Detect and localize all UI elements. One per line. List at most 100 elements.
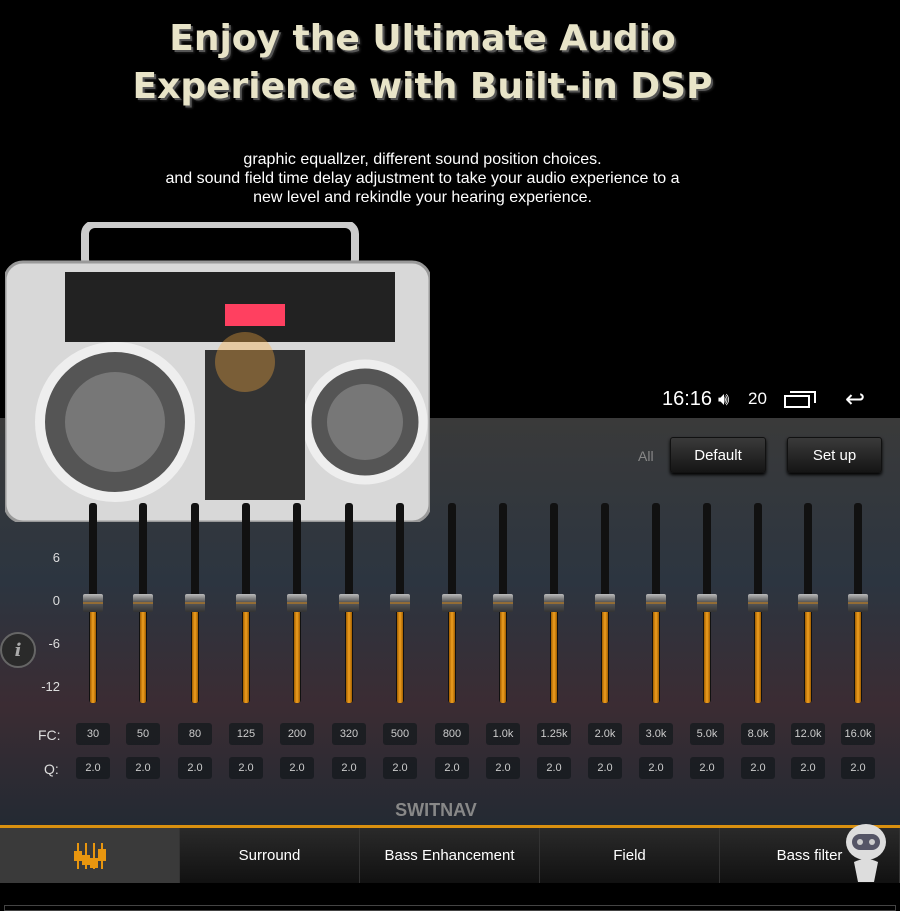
eq-slider-1.25k[interactable] bbox=[544, 503, 564, 703]
fc-value[interactable]: 80 bbox=[178, 723, 212, 745]
subtitle: graphic equallzer, different sound posit… bbox=[0, 150, 845, 207]
eq-slider-knob[interactable] bbox=[798, 594, 818, 612]
eq-slider-5.0k[interactable] bbox=[697, 503, 717, 703]
fc-value[interactable]: 500 bbox=[383, 723, 417, 745]
eq-slider-500[interactable] bbox=[390, 503, 410, 703]
subtitle-line: and sound field time delay adjustment to… bbox=[165, 170, 680, 187]
eq-slider-knob[interactable] bbox=[595, 594, 615, 612]
q-value[interactable]: 2.0 bbox=[178, 757, 212, 779]
eq-slider-fill bbox=[602, 603, 608, 703]
eq-slider-knob[interactable] bbox=[390, 594, 410, 612]
fc-value[interactable]: 800 bbox=[435, 723, 469, 745]
eq-slider-knob[interactable] bbox=[493, 594, 513, 612]
eq-slider-2.0k[interactable] bbox=[595, 503, 615, 703]
eq-slider-12.0k[interactable] bbox=[798, 503, 818, 703]
eq-slider-fill bbox=[192, 603, 198, 703]
fc-value[interactable]: 320 bbox=[332, 723, 366, 745]
q-value[interactable]: 2.0 bbox=[537, 757, 571, 779]
q-value[interactable]: 2.0 bbox=[76, 757, 110, 779]
q-value[interactable]: 2.0 bbox=[588, 757, 622, 779]
fc-value[interactable]: 8.0k bbox=[741, 723, 775, 745]
y-label: -12 bbox=[41, 679, 60, 694]
eq-slider-80[interactable] bbox=[185, 503, 205, 703]
fc-value[interactable]: 200 bbox=[280, 723, 314, 745]
eq-slider-knob[interactable] bbox=[697, 594, 717, 612]
fc-value[interactable]: 125 bbox=[229, 723, 263, 745]
q-value[interactable]: 2.0 bbox=[791, 757, 825, 779]
q-value[interactable]: 2.0 bbox=[280, 757, 314, 779]
eq-slider-knob[interactable] bbox=[236, 594, 256, 612]
eq-slider-3.0k[interactable] bbox=[646, 503, 666, 703]
tab-equalizer[interactable] bbox=[0, 828, 180, 883]
eq-slider-knob[interactable] bbox=[133, 594, 153, 612]
eq-slider-fill bbox=[294, 603, 300, 703]
q-label: Q: bbox=[44, 761, 59, 777]
q-value[interactable]: 2.0 bbox=[741, 757, 775, 779]
subtitle-line: graphic equallzer, different sound posit… bbox=[243, 151, 602, 168]
eq-slider-knob[interactable] bbox=[339, 594, 359, 612]
q-value[interactable]: 2.0 bbox=[435, 757, 469, 779]
tab-surround[interactable]: Surround bbox=[180, 828, 360, 883]
fc-value[interactable]: 3.0k bbox=[639, 723, 673, 745]
volume-level: 20 bbox=[748, 389, 767, 408]
y-label: 0 bbox=[52, 593, 60, 608]
eq-slider-200[interactable] bbox=[287, 503, 307, 703]
q-value[interactable]: 2.0 bbox=[126, 757, 160, 779]
q-value[interactable]: 2.0 bbox=[229, 757, 263, 779]
fc-value[interactable]: 12.0k bbox=[791, 723, 825, 745]
robot-assistant-icon[interactable] bbox=[842, 820, 890, 890]
subtitle-line: new level and rekindle your hearing expe… bbox=[253, 189, 592, 206]
recent-apps-icon[interactable] bbox=[784, 390, 816, 408]
eq-slider-fill bbox=[704, 603, 710, 703]
eq-slider-125[interactable] bbox=[236, 503, 256, 703]
eq-slider-8.0k[interactable] bbox=[748, 503, 768, 703]
fc-value[interactable]: 16.0k bbox=[841, 723, 875, 745]
eq-slider-320[interactable] bbox=[339, 503, 359, 703]
eq-slider-knob[interactable] bbox=[848, 594, 868, 612]
speaker-icon[interactable]: 🔊︎ bbox=[718, 389, 729, 410]
q-value[interactable]: 2.0 bbox=[486, 757, 520, 779]
headline-line-1: Enjoy the Ultimate Audio bbox=[169, 18, 676, 59]
eq-slider-50[interactable] bbox=[133, 503, 153, 703]
fc-value[interactable]: 5.0k bbox=[690, 723, 724, 745]
tab-bass-filter-label: Bass filter bbox=[776, 847, 843, 864]
tab-field[interactable]: Field bbox=[540, 828, 720, 883]
fc-value[interactable]: 30 bbox=[76, 723, 110, 745]
q-value[interactable]: 2.0 bbox=[332, 757, 366, 779]
q-value[interactable]: 2.0 bbox=[383, 757, 417, 779]
fc-value[interactable]: 1.25k bbox=[537, 723, 571, 745]
headline-line-2: Experience with Built-in DSP bbox=[132, 66, 713, 107]
eq-slider-knob[interactable] bbox=[185, 594, 205, 612]
eq-slider-16.0k[interactable] bbox=[848, 503, 868, 703]
eq-slider-fill bbox=[140, 603, 146, 703]
default-button[interactable]: Default bbox=[670, 437, 766, 473]
q-value[interactable]: 2.0 bbox=[639, 757, 673, 779]
info-icon[interactable]: i bbox=[0, 632, 36, 668]
tab-bass-enhancement[interactable]: Bass Enhancement bbox=[360, 828, 540, 883]
q-value[interactable]: 2.0 bbox=[690, 757, 724, 779]
all-label[interactable]: All bbox=[638, 448, 654, 464]
eq-slider-knob[interactable] bbox=[748, 594, 768, 612]
eq-slider-fill bbox=[551, 603, 557, 703]
fc-label: FC: bbox=[38, 727, 61, 743]
eq-slider-knob[interactable] bbox=[544, 594, 564, 612]
eq-slider-fill bbox=[243, 603, 249, 703]
fc-value[interactable]: 2.0k bbox=[588, 723, 622, 745]
eq-slider-knob[interactable] bbox=[287, 594, 307, 612]
eq-slider-knob[interactable] bbox=[442, 594, 462, 612]
status-bar: 16:16 🔊︎ 20 ↩ bbox=[600, 380, 900, 418]
clock: 16:16 bbox=[662, 387, 713, 410]
equalizer-icon bbox=[73, 842, 106, 869]
eq-slider-knob[interactable] bbox=[83, 594, 103, 612]
q-value[interactable]: 2.0 bbox=[841, 757, 875, 779]
eq-slider-fill bbox=[449, 603, 455, 703]
fc-value[interactable]: 50 bbox=[126, 723, 160, 745]
eq-slider-fill bbox=[500, 603, 506, 703]
back-arrow-icon[interactable]: ↩ bbox=[845, 385, 865, 414]
setup-button[interactable]: Set up bbox=[787, 437, 882, 473]
fc-value[interactable]: 1.0k bbox=[486, 723, 520, 745]
eq-slider-1.0k[interactable] bbox=[493, 503, 513, 703]
eq-slider-30[interactable] bbox=[83, 503, 103, 703]
eq-slider-knob[interactable] bbox=[646, 594, 666, 612]
eq-slider-800[interactable] bbox=[442, 503, 462, 703]
